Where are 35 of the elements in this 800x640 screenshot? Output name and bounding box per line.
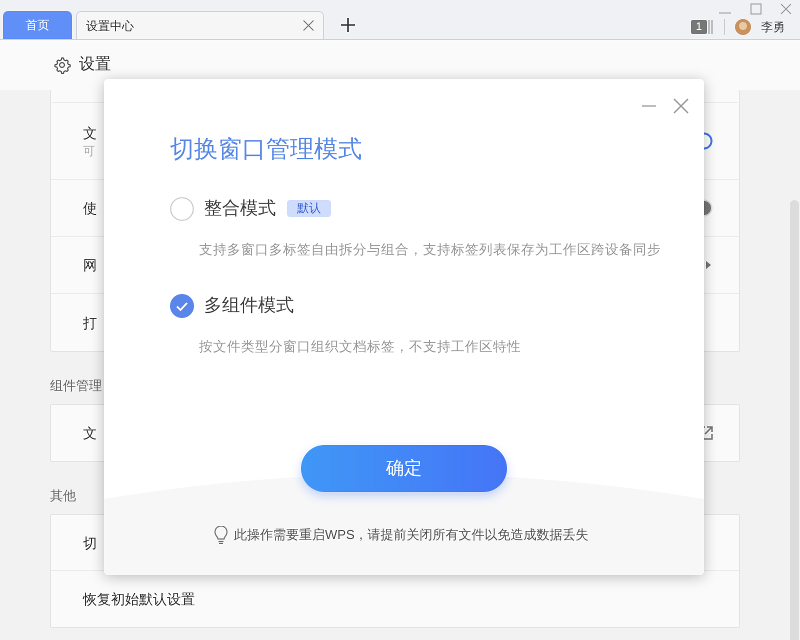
setting-title: 文 (83, 424, 97, 443)
arrow-icon[interactable] (705, 260, 713, 270)
close-icon[interactable] (303, 20, 314, 31)
page-title: 设置 (79, 55, 111, 75)
setting-title: 文 (83, 124, 97, 143)
stack-icon (708, 20, 714, 34)
setting-title: 使 (83, 199, 97, 218)
confirm-button[interactable]: 确定 (301, 445, 507, 492)
close-icon[interactable] (780, 3, 792, 15)
tab[interactable]: 设置中心 (76, 11, 324, 39)
setting-title: 恢复初始默认设置 (83, 590, 195, 609)
option-description: 按文件类型分窗口组织文档标签，不支持工作区特性 (199, 338, 522, 356)
new-tab-button[interactable] (340, 17, 356, 33)
setting-title: 网 (83, 256, 97, 275)
setting-title: 切 (83, 534, 97, 552)
section-label: 其他 (50, 487, 77, 505)
maximize-icon[interactable] (750, 3, 762, 15)
settings-icon (53, 56, 71, 74)
minimize-icon[interactable] (642, 104, 656, 108)
window-count-badge[interactable]: 1 (690, 20, 707, 34)
option-label[interactable]: 整合模式 (204, 195, 276, 222)
close-icon[interactable] (673, 98, 689, 114)
option-description: 支持多窗口多标签自由拆分与组合，支持标签列表保存为工作区跨设备同步 (199, 241, 662, 259)
radio-button[interactable] (170, 196, 194, 220)
lightbulb-icon (214, 526, 228, 544)
default-badge: 默认 (287, 200, 331, 217)
restart-warning-text: 此操作需要重启WPS，请提前关闭所有文件以免造成数据丢失 (234, 526, 589, 544)
radio-button[interactable] (170, 294, 194, 318)
user-name[interactable]: 李勇 (761, 18, 785, 36)
setting-title: 打 (83, 314, 97, 332)
avatar[interactable] (735, 19, 751, 35)
setting-description: 可 (83, 143, 96, 159)
section-label: 组件管理 (50, 377, 103, 395)
option-label[interactable]: 多组件模式 (204, 292, 294, 320)
dialog-title: 切换窗口管理模式 (170, 135, 362, 165)
